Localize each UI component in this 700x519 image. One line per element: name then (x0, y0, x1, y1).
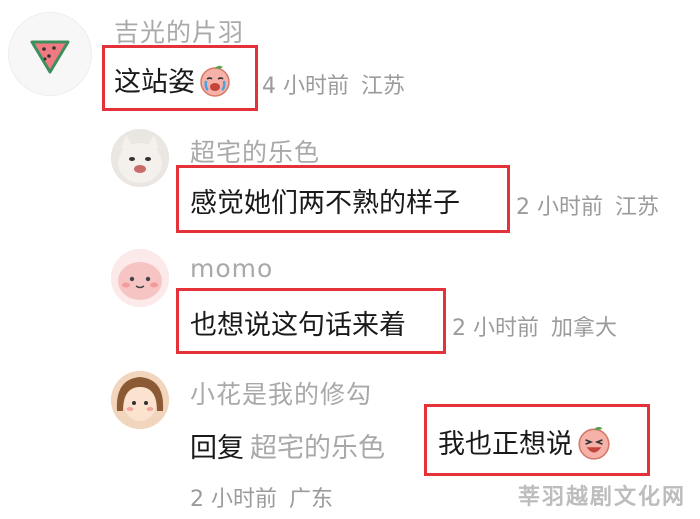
girl-avatar-icon (111, 371, 169, 429)
avatar-girl[interactable] (111, 371, 169, 429)
comment-location: 广东 (289, 487, 334, 512)
comment-text-content: 我也正想说 (438, 429, 573, 460)
cat-avatar-icon (111, 129, 169, 187)
reply-keyword: 回复 (190, 433, 244, 464)
comment-username[interactable]: 吉光的片羽 (114, 13, 244, 49)
comment-text: 我也正想说 (438, 422, 613, 468)
comment-location: 加拿大 (551, 316, 618, 341)
avatar-pink[interactable] (111, 249, 169, 307)
comment-text: 这站姿 (114, 60, 233, 105)
comment-location: 江苏 (361, 74, 406, 99)
laughing-peach-emoji (575, 423, 613, 468)
pink-character-avatar-icon (111, 249, 169, 307)
comment-text: 感觉她们两不熟的样子 (190, 188, 460, 219)
comment-time: 4 小时前 (262, 74, 349, 99)
comment-text-content: 这站姿 (114, 67, 195, 98)
watermelon-icon (30, 40, 70, 74)
comment-location: 江苏 (615, 195, 660, 220)
comment-meta: 2 小时前 加拿大 (452, 310, 629, 342)
comment-text: 也想说这句话来着 (190, 310, 406, 341)
avatar-cat[interactable] (111, 129, 169, 187)
sad-peach-emoji (197, 62, 233, 105)
comment-username[interactable]: 超宅的乐色 (190, 133, 320, 169)
comment-time: 2 小时前 (516, 195, 603, 220)
comment-username[interactable]: 小花是我的修勾 (190, 375, 372, 411)
comment-meta: 4 小时前 江苏 (262, 68, 417, 100)
watermark: 莘羽越剧文化网 (517, 485, 686, 510)
reply-prefix: 回复 超宅的乐色 (190, 426, 385, 465)
avatar-watermelon[interactable] (8, 12, 92, 96)
comment-time: 2 小时前 (452, 316, 539, 341)
comment-meta: 2 小时前 江苏 (516, 189, 671, 221)
comment-meta: 2 小时前 广东 (190, 481, 345, 513)
comment-username[interactable]: momo (190, 254, 273, 283)
comment-time: 2 小时前 (190, 487, 277, 512)
reply-target-username[interactable]: 超宅的乐色 (250, 433, 385, 464)
